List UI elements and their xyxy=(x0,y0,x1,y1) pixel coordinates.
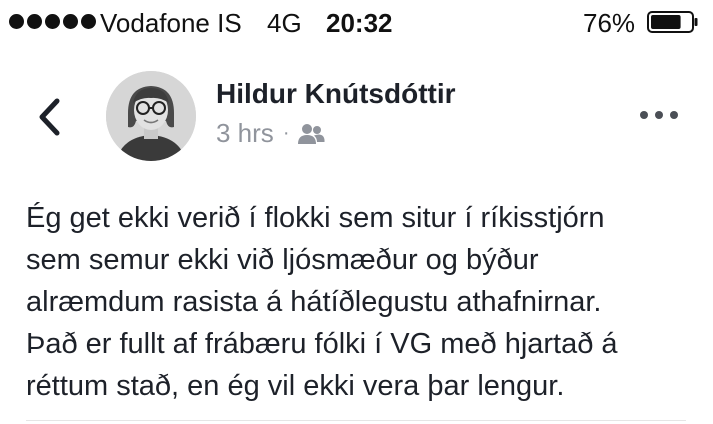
carrier-name: Vodafone IS xyxy=(100,8,242,38)
chevron-left-icon xyxy=(39,98,60,136)
profile-photo xyxy=(106,71,196,161)
battery-percent: 76% xyxy=(583,8,636,38)
clock: 20:32 xyxy=(326,8,393,38)
post-meta: 3 hrs · xyxy=(216,118,326,149)
divider xyxy=(26,420,686,421)
author-name[interactable]: Hildur Knútsdóttir xyxy=(216,78,456,110)
post-text-line: alræmdum rasista á hátíðlegustu athafnir… xyxy=(26,286,602,318)
post-text-line: sem semur ekki við ljósmæður og býður xyxy=(26,244,539,276)
battery-icon xyxy=(647,11,698,33)
post-text-line: Ég get ekki verið í flokki sem situr í r… xyxy=(26,202,605,234)
network-type: 4G xyxy=(267,8,302,38)
post-text: Ég get ekki verið í flokki sem situr í r… xyxy=(26,197,706,407)
status-bar: Vodafone IS 4G 20:32 76% xyxy=(0,0,713,46)
friends-icon[interactable] xyxy=(297,123,326,145)
more-options-button[interactable] xyxy=(636,103,682,127)
back-button[interactable] xyxy=(30,94,70,140)
meta-separator: · xyxy=(282,122,290,144)
more-horizontal-icon xyxy=(640,111,678,119)
signal-strength-icon xyxy=(9,14,96,29)
post-timestamp[interactable]: 3 hrs xyxy=(216,118,274,149)
avatar[interactable] xyxy=(106,71,196,161)
post-text-line: Það er fullt af frábæru fólki í VG með h… xyxy=(26,328,618,360)
post-text-line: réttum stað, en ég vil ekki vera þar len… xyxy=(26,370,565,402)
